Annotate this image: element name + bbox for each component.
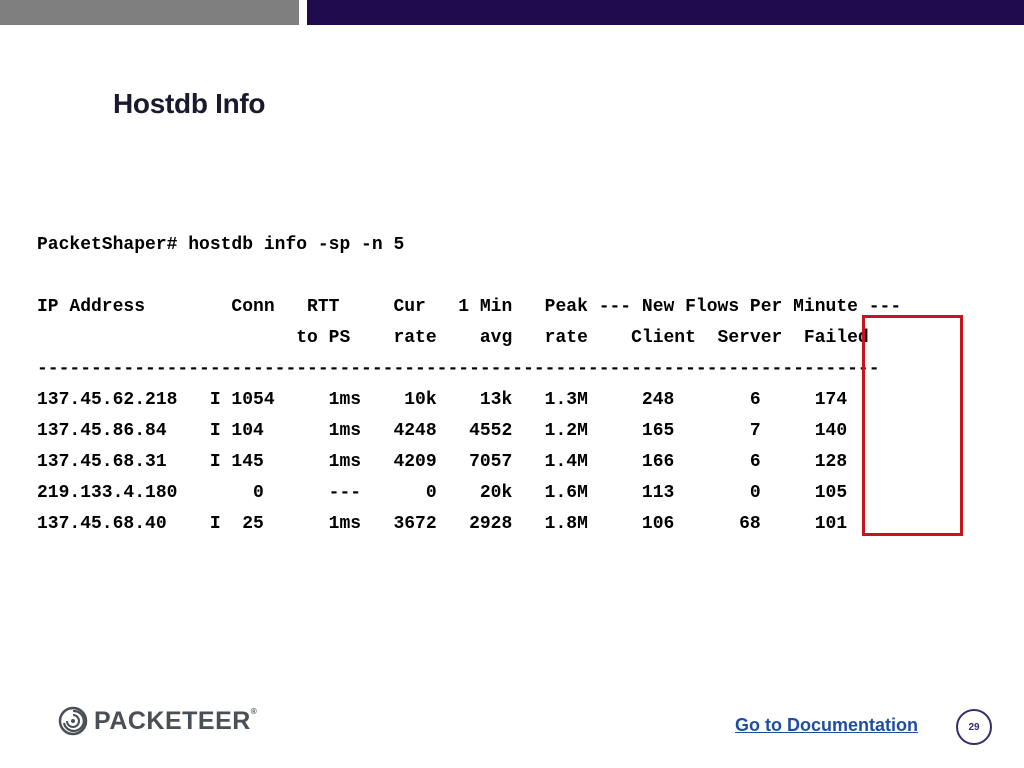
top-bar-purple	[307, 0, 1024, 25]
terminal-output: PacketShaper# hostdb info -sp -n 5 IP Ad…	[37, 230, 901, 540]
table-row: 137.45.86.84 I 104 1ms 4248 4552 1.2M 16…	[37, 421, 848, 441]
command-line: PacketShaper# hostdb info -sp -n 5	[37, 235, 405, 255]
page-number-badge: 29	[956, 709, 992, 745]
table-row: 219.133.4.180 0 --- 0 20k 1.6M 113 0 105	[37, 483, 848, 503]
logo-wordmark: PACKETEER®	[94, 706, 258, 735]
table-row: 137.45.62.218 I 1054 1ms 10k 13k 1.3M 24…	[37, 390, 848, 410]
slide-title: Hostdb Info	[113, 88, 266, 119]
top-bar-gray	[0, 0, 299, 25]
swirl-logo-icon	[58, 706, 88, 736]
table-header-row-2: to PS rate avg rate Client Server Failed	[37, 328, 869, 348]
go-to-documentation-link[interactable]: Go to Documentation	[735, 715, 918, 736]
table-row: 137.45.68.31 I 145 1ms 4209 7057 1.4M 16…	[37, 452, 848, 472]
packeteer-logo: PACKETEER®	[58, 706, 257, 736]
table-row: 137.45.68.40 I 25 1ms 3672 2928 1.8M 106…	[37, 514, 848, 534]
table-divider: ----------------------------------------…	[37, 359, 880, 379]
failed-column-highlight	[862, 315, 963, 536]
table-header-row-1: IP Address Conn RTT Cur 1 Min Peak --- N…	[37, 297, 902, 317]
